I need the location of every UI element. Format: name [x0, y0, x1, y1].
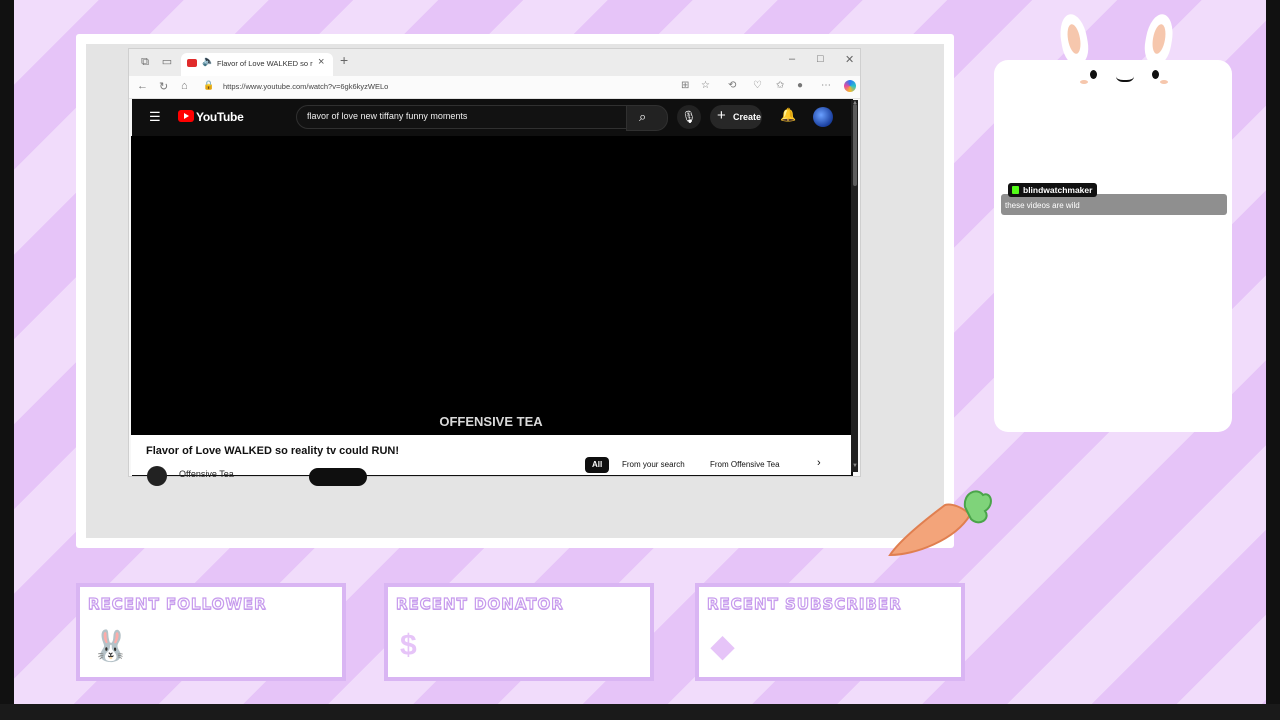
- browser-tab[interactable]: 🔈 Flavor of Love WALKED so re ×: [181, 53, 333, 76]
- back-icon[interactable]: ←: [137, 80, 148, 92]
- window-close-icon[interactable]: ✕: [845, 53, 854, 66]
- chat-message-text: these videos are wild: [1005, 201, 1080, 210]
- diamond-icon: ◆: [711, 630, 735, 663]
- chip-from-search[interactable]: From your search: [615, 457, 692, 473]
- channel-name[interactable]: Offensive Tea: [179, 469, 234, 479]
- menu-icon[interactable]: ☰: [149, 109, 161, 125]
- channel-avatar[interactable]: [147, 466, 167, 486]
- search-button[interactable]: ⌕: [626, 105, 668, 131]
- chat-username-text: blindwatchmaker: [1023, 185, 1093, 195]
- video-title: Flavor of Love WALKED so reality tv coul…: [146, 445, 400, 457]
- mic-icon[interactable]: 🎙: [677, 105, 701, 129]
- dollar-icon: $: [400, 629, 417, 662]
- bunny-right-eye: [1152, 70, 1159, 79]
- close-icon[interactable]: ×: [318, 56, 324, 68]
- search-input[interactable]: flavor of love new tiffany funny moments: [296, 105, 628, 129]
- create-button[interactable]: + Create: [710, 105, 762, 129]
- speaker-icon[interactable]: 🔈: [202, 56, 214, 67]
- url-field[interactable]: https://www.youtube.com/watch?v=6gk6kyzW…: [223, 82, 388, 91]
- recent-follower-widget: RECENT FOLLOWER 🐰: [76, 583, 346, 681]
- lock-icon[interactable]: 🔒: [203, 80, 214, 91]
- favorites-icon[interactable]: ✩: [776, 80, 784, 91]
- youtube-header: ☰ YouTube flavor of love new tiffany fun…: [132, 99, 853, 135]
- minimize-icon[interactable]: –: [789, 53, 795, 65]
- chip-all[interactable]: All: [585, 457, 610, 473]
- bunny-left-eye: [1090, 70, 1097, 79]
- carrot-icon: [888, 490, 992, 557]
- scroll-down-icon[interactable]: ▼: [852, 463, 858, 469]
- search-query: flavor of love new tiffany funny moments: [307, 111, 468, 121]
- home-icon[interactable]: ⌂: [181, 80, 188, 92]
- recent-donator-title: RECENT DONATOR: [395, 594, 564, 613]
- new-tab-icon[interactable]: +: [340, 52, 348, 68]
- recent-subscriber-widget: RECENT SUBSCRIBER ◆: [695, 583, 965, 681]
- profile-icon[interactable]: ●: [797, 80, 803, 91]
- tab-actions-icon[interactable]: ▭: [161, 56, 173, 68]
- youtube-logo-text[interactable]: YouTube: [196, 110, 244, 124]
- screen-bottom-bar: [0, 704, 1280, 720]
- bell-icon[interactable]: 🔔: [780, 107, 796, 123]
- favorite-star-icon[interactable]: ☆: [701, 80, 710, 91]
- youtube-logo-icon[interactable]: [178, 110, 194, 122]
- bunny-icon: 🐰: [92, 630, 130, 663]
- tab-title: Flavor of Love WALKED so re: [217, 59, 313, 68]
- plus-icon: +: [717, 107, 726, 124]
- video-watermark: OFFENSIVE TEA: [439, 414, 543, 429]
- browser-essentials-icon[interactable]: ♡: [753, 80, 762, 91]
- recent-follower-title: RECENT FOLLOWER: [87, 594, 267, 613]
- youtube-favicon: [187, 59, 197, 67]
- bunny-left-cheek: [1080, 80, 1088, 84]
- chat-panel: [994, 60, 1232, 432]
- video-info: Flavor of Love WALKED so reality tv coul…: [131, 435, 851, 486]
- split-screen-icon[interactable]: ⊞: [681, 80, 689, 91]
- copilot-icon[interactable]: [844, 80, 856, 92]
- refresh-icon[interactable]: ↻: [159, 80, 168, 93]
- address-bar: ← ↻ ⌂ 🔒 https://www.youtube.com/watch?v=…: [129, 76, 860, 99]
- bunny-mouth: [1116, 68, 1134, 82]
- recent-donator-widget: RECENT DONATOR $: [384, 583, 654, 681]
- chat-username: blindwatchmaker: [1008, 183, 1098, 197]
- create-label: Create: [733, 112, 762, 122]
- video-player[interactable]: OFFENSIVE TEA: [131, 136, 851, 435]
- avatar[interactable]: [813, 107, 833, 127]
- recent-subscriber-title: RECENT SUBSCRIBER: [706, 594, 902, 613]
- search-icon: ⌕: [639, 109, 647, 124]
- subscribe-button[interactable]: [309, 468, 367, 486]
- tab-bar: ⧉ ▭ 🔈 Flavor of Love WALKED so re × + – …: [129, 49, 860, 76]
- kick-icon: [1012, 186, 1019, 194]
- chip-from-channel[interactable]: From Offensive Tea: [703, 457, 787, 473]
- chevron-right-icon[interactable]: ›: [817, 457, 821, 469]
- maximize-icon[interactable]: □: [817, 53, 824, 65]
- extensions-icon[interactable]: ⟲: [728, 80, 736, 91]
- scroll-up-icon[interactable]: ▲: [852, 100, 858, 106]
- bunny-right-cheek: [1160, 80, 1168, 84]
- more-icon[interactable]: ⋯: [821, 80, 831, 91]
- scrollbar-thumb[interactable]: [853, 104, 857, 186]
- workspaces-icon[interactable]: ⧉: [139, 56, 151, 68]
- bunny-face: [1080, 66, 1170, 92]
